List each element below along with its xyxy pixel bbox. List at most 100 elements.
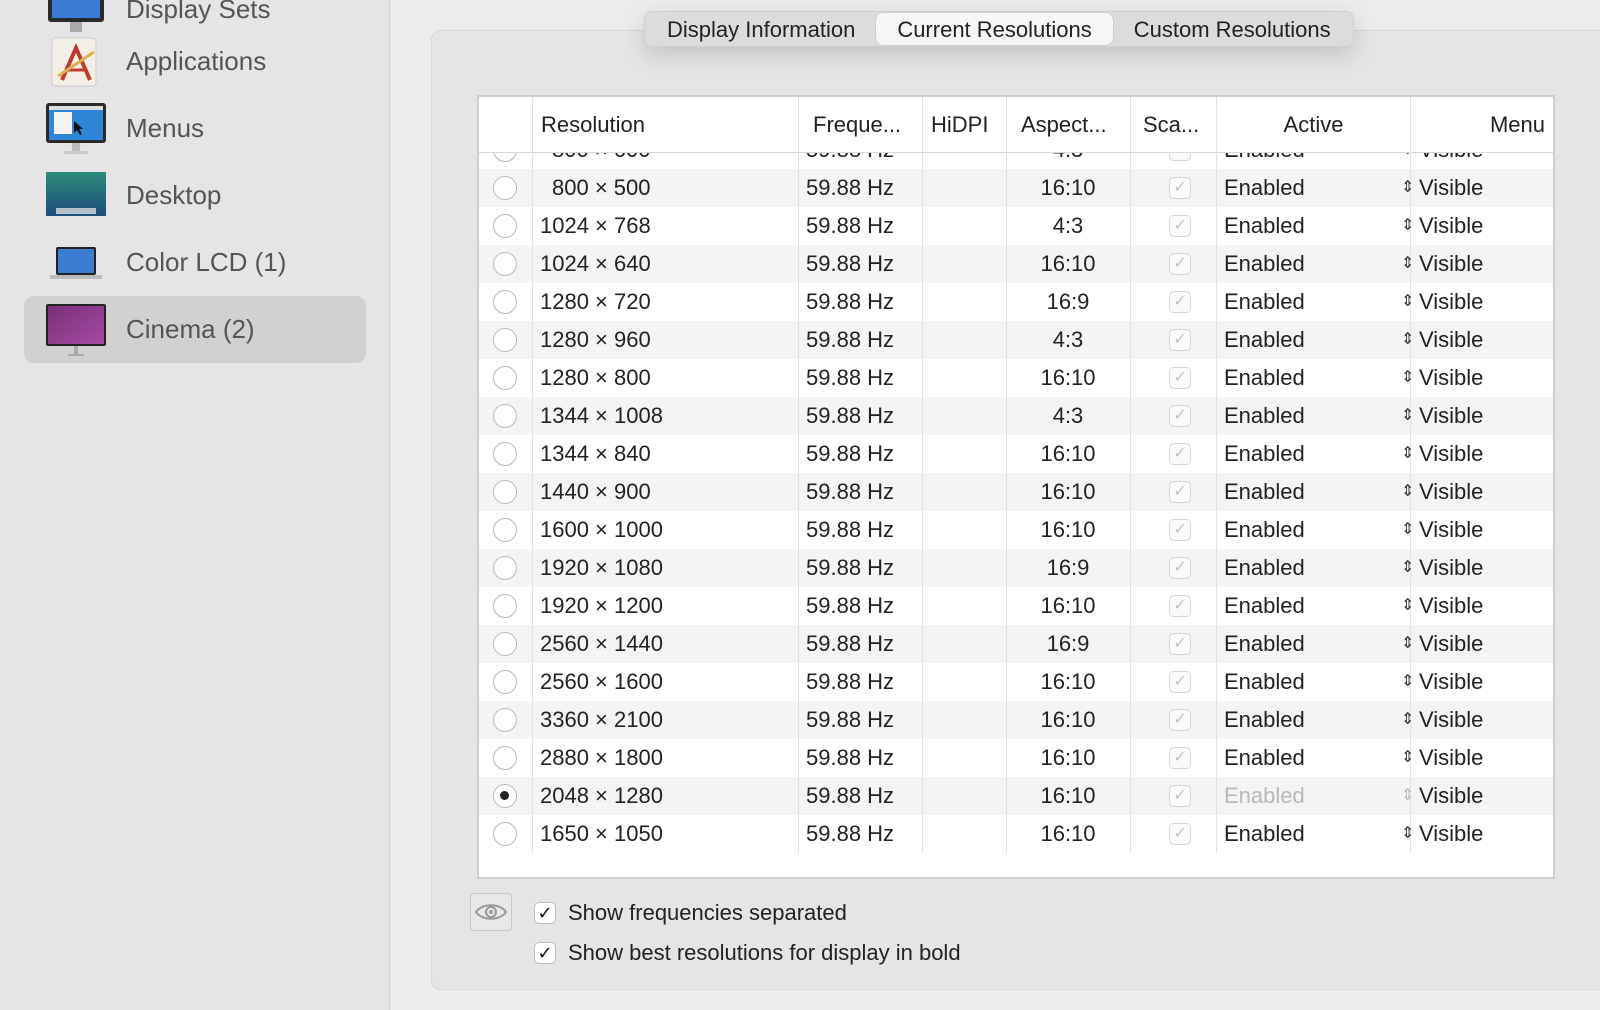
scaled-checkbox[interactable]: ✓ <box>1169 785 1191 807</box>
menu-cell[interactable]: Visible <box>1419 207 1483 245</box>
tab[interactable]: Custom Resolutions <box>1113 13 1352 45</box>
scaled-checkbox[interactable]: ✓ <box>1169 443 1191 465</box>
table-row[interactable]: 1600 × 1000 59.88 Hz 16:10 ✓ Enabled ⇕ Visible <box>479 511 1553 549</box>
active-popup[interactable]: Enabled <box>1224 777 1305 815</box>
scaled-checkbox[interactable]: ✓ <box>1169 633 1191 655</box>
active-popup[interactable]: Enabled <box>1224 397 1305 435</box>
table-row[interactable]: 1344 × 1008 59.88 Hz 4:3 ✓ Enabled ⇕ Visible <box>479 397 1553 435</box>
active-popup[interactable]: Enabled <box>1224 207 1305 245</box>
row-select-radio[interactable] <box>493 670 517 694</box>
table-row[interactable]: 1024 × 768 59.88 Hz 4:3 ✓ Enabled ⇕ Visible <box>479 207 1553 245</box>
row-select-radio[interactable] <box>493 556 517 580</box>
row-select-radio[interactable] <box>493 708 517 732</box>
menu-cell[interactable]: Visible <box>1419 321 1483 359</box>
scaled-checkbox[interactable]: ✓ <box>1169 595 1191 617</box>
table-row[interactable]: 1650 × 1050 59.88 Hz 16:10 ✓ Enabled ⇕ Visible <box>479 815 1553 853</box>
menu-cell[interactable]: Visible <box>1419 701 1483 739</box>
tab[interactable]: Current Resolutions <box>876 13 1113 45</box>
active-popup[interactable]: Enabled <box>1224 169 1305 207</box>
table-row[interactable]: 1280 × 800 59.88 Hz 16:10 ✓ Enabled ⇕ Visible <box>479 359 1553 397</box>
active-popup[interactable]: Enabled <box>1224 701 1305 739</box>
preview-button[interactable] <box>470 893 512 931</box>
show-frequencies-checkbox[interactable]: ✓ <box>534 902 556 924</box>
row-select-radio[interactable] <box>493 784 517 808</box>
menu-cell[interactable]: Visible <box>1419 549 1483 587</box>
scaled-checkbox[interactable]: ✓ <box>1169 215 1191 237</box>
menu-cell[interactable]: Visible <box>1419 815 1483 853</box>
active-popup[interactable]: Enabled <box>1224 625 1305 663</box>
row-select-radio[interactable] <box>493 442 517 466</box>
menu-cell[interactable]: Visible <box>1419 359 1483 397</box>
table-row[interactable]: 1024 × 640 59.88 Hz 16:10 ✓ Enabled ⇕ Visible <box>479 245 1553 283</box>
sidebar-item[interactable]: Color LCD (1) <box>24 229 366 296</box>
menu-cell[interactable]: Visible <box>1419 245 1483 283</box>
show-bold-option[interactable]: ✓ Show best resolutions for display in b… <box>534 940 961 966</box>
scaled-checkbox[interactable]: ✓ <box>1169 367 1191 389</box>
row-select-radio[interactable] <box>493 518 517 542</box>
menu-cell[interactable]: Visible <box>1419 625 1483 663</box>
row-select-radio[interactable] <box>493 746 517 770</box>
scaled-checkbox[interactable]: ✓ <box>1169 519 1191 541</box>
row-select-radio[interactable] <box>493 366 517 390</box>
table-row[interactable]: 2048 × 1280 59.88 Hz 16:10 ✓ Enabled ⇕ Visible <box>479 777 1553 815</box>
scaled-checkbox[interactable]: ✓ <box>1169 291 1191 313</box>
table-row[interactable]: 2880 × 1800 59.88 Hz 16:10 ✓ Enabled ⇕ Visible <box>479 739 1553 777</box>
scaled-checkbox[interactable]: ✓ <box>1169 481 1191 503</box>
sidebar-item[interactable]: Applications <box>24 28 366 95</box>
scaled-checkbox[interactable]: ✓ <box>1169 405 1191 427</box>
menu-cell[interactable]: Visible <box>1419 283 1483 321</box>
scaled-checkbox[interactable]: ✓ <box>1169 253 1191 275</box>
row-select-radio[interactable] <box>493 822 517 846</box>
table-row[interactable]: 1440 × 900 59.88 Hz 16:10 ✓ Enabled ⇕ Visible <box>479 473 1553 511</box>
row-select-radio[interactable] <box>493 290 517 314</box>
active-popup[interactable]: Enabled <box>1224 435 1305 473</box>
scaled-checkbox[interactable]: ✓ <box>1169 709 1191 731</box>
row-select-radio[interactable] <box>493 594 517 618</box>
row-select-radio[interactable] <box>493 214 517 238</box>
active-popup[interactable]: Enabled <box>1224 473 1305 511</box>
active-popup[interactable]: Enabled <box>1224 511 1305 549</box>
active-popup[interactable]: Enabled <box>1224 739 1305 777</box>
menu-cell[interactable]: Visible <box>1419 587 1483 625</box>
active-popup[interactable]: Enabled <box>1224 663 1305 701</box>
column-header-frequency[interactable]: Freque... <box>798 97 922 153</box>
sidebar-item[interactable]: Menus <box>24 95 366 162</box>
menu-cell[interactable]: Visible <box>1419 777 1483 815</box>
active-popup[interactable]: Enabled <box>1224 283 1305 321</box>
row-select-radio[interactable] <box>493 176 517 200</box>
table-row[interactable]: 2560 × 1600 59.88 Hz 16:10 ✓ Enabled ⇕ Visible <box>479 663 1553 701</box>
column-header-active[interactable]: Active <box>1216 97 1410 153</box>
scaled-checkbox[interactable]: ✓ <box>1169 329 1191 351</box>
menu-cell[interactable]: Visible <box>1419 397 1483 435</box>
scaled-checkbox[interactable]: ✓ <box>1169 747 1191 769</box>
row-select-radio[interactable] <box>493 480 517 504</box>
show-bold-checkbox[interactable]: ✓ <box>534 942 556 964</box>
scaled-checkbox[interactable]: ✓ <box>1169 557 1191 579</box>
table-row[interactable]: 3360 × 2100 59.88 Hz 16:10 ✓ Enabled ⇕ Visible <box>479 701 1553 739</box>
active-popup[interactable]: Enabled <box>1224 587 1305 625</box>
menu-cell[interactable]: Visible <box>1419 169 1483 207</box>
column-header-hidpi[interactable]: HiDPI <box>922 97 1006 153</box>
menu-cell[interactable]: Visible <box>1419 663 1483 701</box>
menu-cell[interactable]: Visible <box>1419 435 1483 473</box>
show-frequencies-option[interactable]: ✓ Show frequencies separated <box>534 900 847 926</box>
active-popup[interactable]: Enabled <box>1224 815 1305 853</box>
row-select-radio[interactable] <box>493 328 517 352</box>
scaled-checkbox[interactable]: ✓ <box>1169 823 1191 845</box>
table-row[interactable]: 1280 × 960 59.88 Hz 4:3 ✓ Enabled ⇕ Visible <box>479 321 1553 359</box>
active-popup[interactable]: Enabled <box>1224 359 1305 397</box>
scaled-checkbox[interactable]: ✓ <box>1169 671 1191 693</box>
row-select-radio[interactable] <box>493 404 517 428</box>
active-popup[interactable]: Enabled <box>1224 321 1305 359</box>
scaled-checkbox[interactable]: ✓ <box>1169 177 1191 199</box>
menu-cell[interactable]: Visible <box>1419 511 1483 549</box>
column-header-scaled[interactable]: Sca... <box>1130 97 1216 153</box>
column-header-aspect[interactable]: Aspect... <box>1006 97 1130 153</box>
table-row[interactable]: 1920 × 1080 59.88 Hz 16:9 ✓ Enabled ⇕ Visible <box>479 549 1553 587</box>
column-header-menu[interactable]: Menu <box>1410 97 1553 153</box>
table-row[interactable]: 1280 × 720 59.88 Hz 16:9 ✓ Enabled ⇕ Visible <box>479 283 1553 321</box>
table-row[interactable]: 1344 × 840 59.88 Hz 16:10 ✓ Enabled ⇕ Visible <box>479 435 1553 473</box>
active-popup[interactable]: Enabled <box>1224 245 1305 283</box>
row-select-radio[interactable] <box>493 252 517 276</box>
table-row[interactable]: 2560 × 1440 59.88 Hz 16:9 ✓ Enabled ⇕ Visible <box>479 625 1553 663</box>
